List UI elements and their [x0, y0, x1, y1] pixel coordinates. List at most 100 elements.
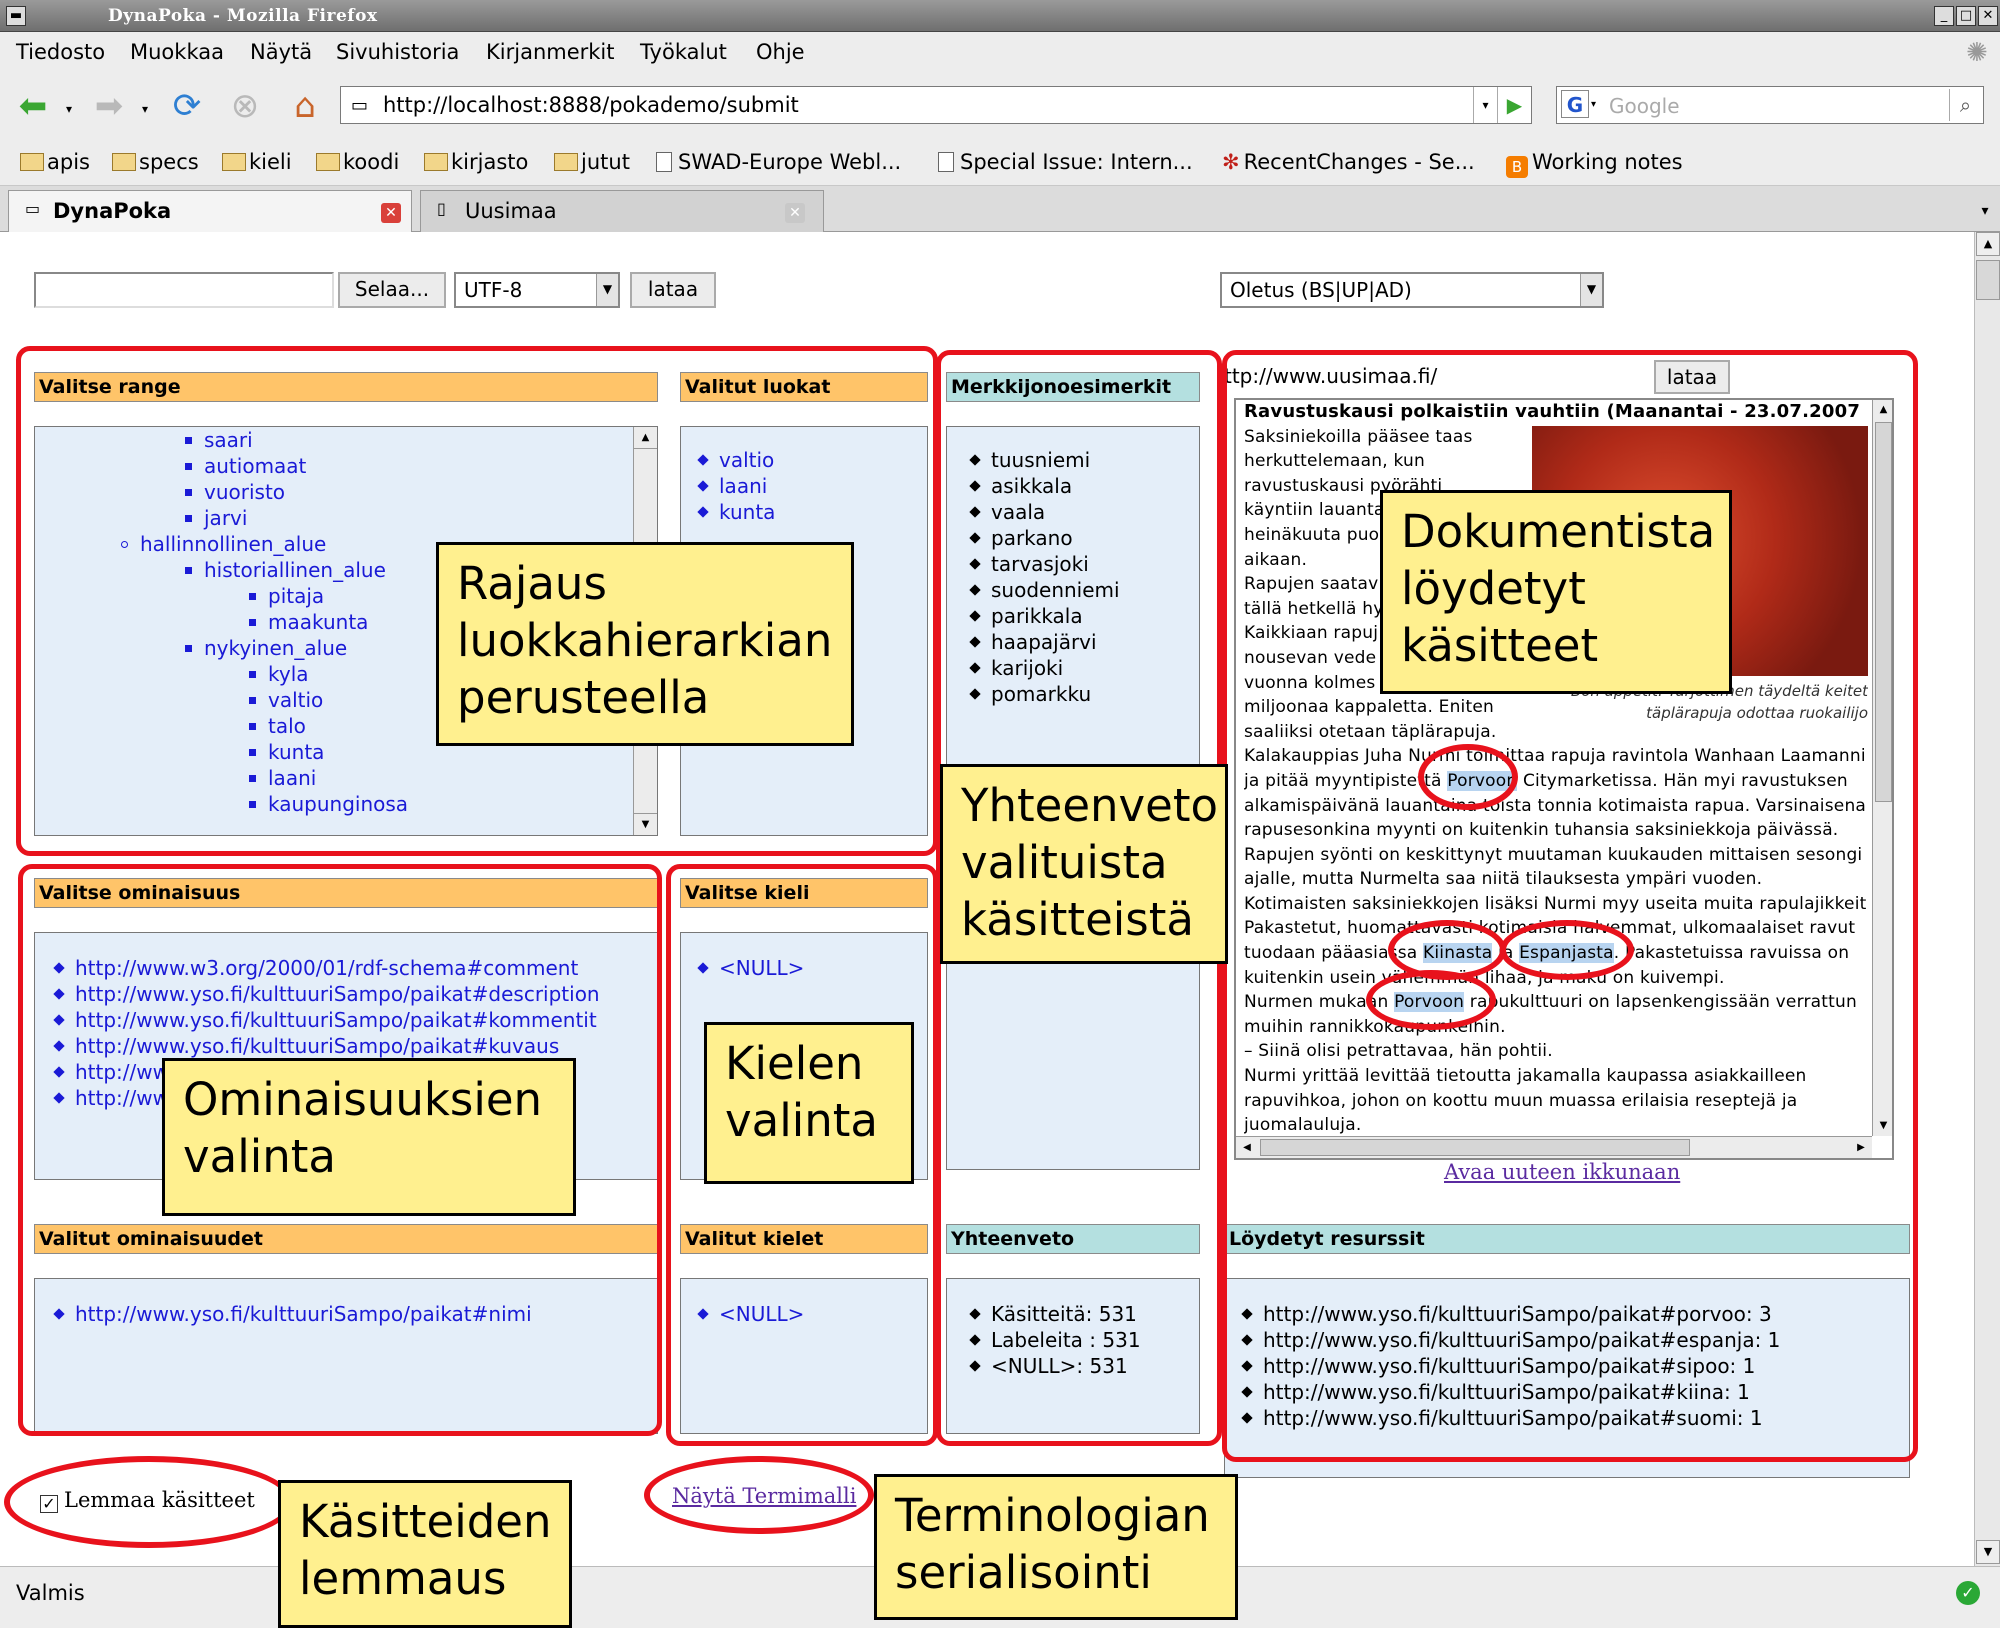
tab-list-icon[interactable]: ▾	[1972, 196, 1998, 226]
document-hscroll[interactable]: ◀ ▶	[1236, 1136, 1872, 1158]
selected-language-item[interactable]: <NULL>	[697, 1301, 804, 1327]
range-tree-item[interactable]: valtio	[35, 687, 408, 713]
back-icon[interactable]: ⬅	[12, 85, 54, 127]
load-button[interactable]: lataa	[630, 272, 716, 308]
page-scrollbar[interactable]: ▲ ▼	[1974, 232, 2000, 1566]
encoding-select[interactable]: UTF-8 ▼	[454, 272, 620, 308]
search-engine-dropdown-icon[interactable]: ▾	[1591, 99, 1596, 110]
document-vscroll[interactable]: ▲ ▼	[1872, 400, 1892, 1136]
tree-leaf-icon	[249, 593, 256, 600]
range-tree-item[interactable]: laani	[35, 765, 408, 791]
close-window-icon[interactable]: ✕	[1978, 6, 1998, 26]
forward-history-icon[interactable]: ▾	[142, 102, 148, 116]
range-tree-item[interactable]: kyla	[35, 661, 408, 687]
tab-uusimaa[interactable]: ▯ Uusimaa ✕	[420, 190, 824, 232]
back-history-icon[interactable]: ▾	[66, 102, 72, 116]
bookmark-specs[interactable]: specs	[112, 150, 199, 174]
url-text[interactable]: http://localhost:8888/pokademo/submit	[383, 93, 799, 117]
scroll-thumb[interactable]	[1976, 260, 2000, 300]
range-tree-item[interactable]: nykyinen_alue	[35, 635, 408, 661]
file-input[interactable]	[34, 272, 334, 308]
minimize-icon[interactable]: _	[1934, 6, 1954, 26]
range-tree-item[interactable]: kaupunginosa	[35, 791, 408, 817]
window-titlebar[interactable]: ▬ DynaPoka - Mozilla Firefox _ □ ✕	[0, 0, 2000, 32]
maximize-icon[interactable]: □	[1956, 6, 1976, 26]
document-scroll-thumb[interactable]	[1875, 422, 1892, 802]
string-example-item: karijoki	[969, 655, 1120, 681]
search-engine-icon[interactable]: G	[1561, 90, 1589, 118]
language-item[interactable]: <NULL>	[697, 955, 804, 981]
scroll-up-icon[interactable]: ▲	[1873, 400, 1892, 420]
bookmark-recentchanges[interactable]: ✻ RecentChanges - Se...	[1222, 150, 1475, 174]
menu-kirjanmerkit[interactable]: Kirjanmerkit	[486, 40, 615, 64]
scroll-left-icon[interactable]: ◀	[1236, 1137, 1258, 1158]
selected-class-item[interactable]: kunta	[697, 499, 775, 525]
bookmark-special-issue[interactable]: Special Issue: Intern...	[938, 150, 1193, 174]
menu-tiedosto[interactable]: Tiedosto	[16, 40, 105, 64]
bookmark-koodi[interactable]: koodi	[316, 150, 399, 174]
document-text-line: Kalakauppias Juha Nurmi toimittaa rapuja…	[1244, 746, 1866, 767]
range-tree-item[interactable]: talo	[35, 713, 408, 739]
menu-muokkaa[interactable]: Muokkaa	[130, 40, 224, 64]
close-tab-icon[interactable]: ✕	[381, 203, 401, 223]
search-box[interactable]: G ▾ Google ⌕	[1556, 86, 1984, 124]
open-new-window-link[interactable]: Avaa uuteen ikkunaan	[1444, 1160, 1680, 1184]
selected-property-item[interactable]: http://www.yso.fi/kulttuuriSampo/paikat#…	[53, 1301, 532, 1327]
menu-ohje[interactable]: Ohje	[756, 40, 805, 64]
scroll-up-icon[interactable]: ▲	[1976, 232, 2000, 256]
reload-icon[interactable]: ⟳	[166, 85, 208, 127]
window-menu-icon[interactable]: ▬	[6, 6, 26, 26]
range-tree-item[interactable]: pitaja	[35, 583, 408, 609]
property-item[interactable]: http://www.w3.org/2000/01/rdf-schema#com…	[53, 955, 600, 981]
show-termmodel-link[interactable]: Näytä Termimalli	[672, 1484, 856, 1508]
range-tree-item[interactable]: maakunta	[35, 609, 408, 635]
range-tree-item[interactable]: vuoristo	[35, 479, 408, 505]
range-tree-item[interactable]: historiallinen_alue	[35, 557, 408, 583]
lemmatize-checkbox[interactable]: ✓	[40, 1495, 58, 1513]
bookmark-kirjasto[interactable]: kirjasto	[424, 150, 528, 174]
range-tree-item[interactable]: hallinnollinen_alue	[35, 531, 408, 557]
document-url-input[interactable]: ttp://www.uusimaa.fi/	[1224, 360, 1644, 394]
scroll-down-icon[interactable]: ▼	[634, 813, 657, 835]
search-icon[interactable]: ⌕	[1949, 89, 1981, 121]
url-history-dropdown-icon[interactable]: ▾	[1473, 87, 1497, 123]
property-item[interactable]: http://www.yso.fi/kulttuuriSampo/paikat#…	[53, 1033, 600, 1059]
summary-list: Käsitteitä: 531 Labeleita : 531 <NULL>: …	[946, 1278, 1200, 1434]
scroll-down-icon[interactable]: ▼	[1873, 1116, 1892, 1136]
preset-select[interactable]: Oletus (BS|UP|AD) ▼	[1220, 272, 1604, 308]
window-title: DynaPoka - Mozilla Firefox	[108, 6, 378, 26]
menu-nayta[interactable]: Näytä	[250, 40, 312, 64]
selected-class-item[interactable]: valtio	[697, 447, 775, 473]
string-example-item: haapajärvi	[969, 629, 1120, 655]
home-icon[interactable]: ⌂	[284, 85, 326, 127]
range-tree-item[interactable]: autiomaat	[35, 453, 408, 479]
url-bar[interactable]: ▭ http://localhost:8888/pokademo/submit …	[340, 86, 1532, 124]
document-load-button[interactable]: lataa	[1654, 360, 1730, 394]
range-tree-item[interactable]: jarvi	[35, 505, 408, 531]
lemmatize-option[interactable]: ✓ Lemmaa käsitteet	[40, 1488, 255, 1513]
bookmark-apis[interactable]: apis	[20, 150, 90, 174]
tab-dynapoka[interactable]: ▭ DynaPoka ✕	[8, 190, 412, 232]
property-item[interactable]: http://www.yso.fi/kulttuuriSampo/paikat#…	[53, 1007, 600, 1033]
range-tree-item[interactable]: saari	[35, 427, 408, 453]
property-item[interactable]: http://www.yso.fi/kulttuuriSampo/paikat#…	[53, 981, 600, 1007]
scroll-right-icon[interactable]: ▶	[1850, 1137, 1872, 1158]
bookmark-jutut[interactable]: jutut	[554, 150, 630, 174]
stop-icon[interactable]: ⊗	[224, 85, 266, 127]
selected-class-item[interactable]: laani	[697, 473, 775, 499]
scroll-up-icon[interactable]: ▲	[634, 427, 657, 449]
scroll-down-icon[interactable]: ▼	[1976, 1540, 2000, 1564]
document-hscroll-thumb[interactable]	[1260, 1139, 1690, 1156]
forward-icon[interactable]: ➡	[88, 85, 130, 127]
found-resources-header: Löydetyt resurssit	[1224, 1224, 1910, 1254]
document-text-line: kuitenkin usein vähemmän lihaa, ja maku …	[1244, 967, 1725, 988]
bookmark-working-notes[interactable]: B Working notes	[1506, 150, 1683, 178]
go-icon[interactable]: ▶	[1497, 87, 1531, 123]
range-tree-item[interactable]: kunta	[35, 739, 408, 765]
menu-tyokalut[interactable]: Työkalut	[640, 40, 727, 64]
bookmark-kieli[interactable]: kieli	[222, 150, 292, 174]
bookmark-swad-europe[interactable]: SWAD-Europe Webl...	[656, 150, 901, 174]
browse-button[interactable]: Selaa...	[338, 272, 446, 308]
menu-sivuhistoria[interactable]: Sivuhistoria	[336, 40, 459, 64]
close-tab-icon[interactable]: ✕	[785, 203, 805, 223]
